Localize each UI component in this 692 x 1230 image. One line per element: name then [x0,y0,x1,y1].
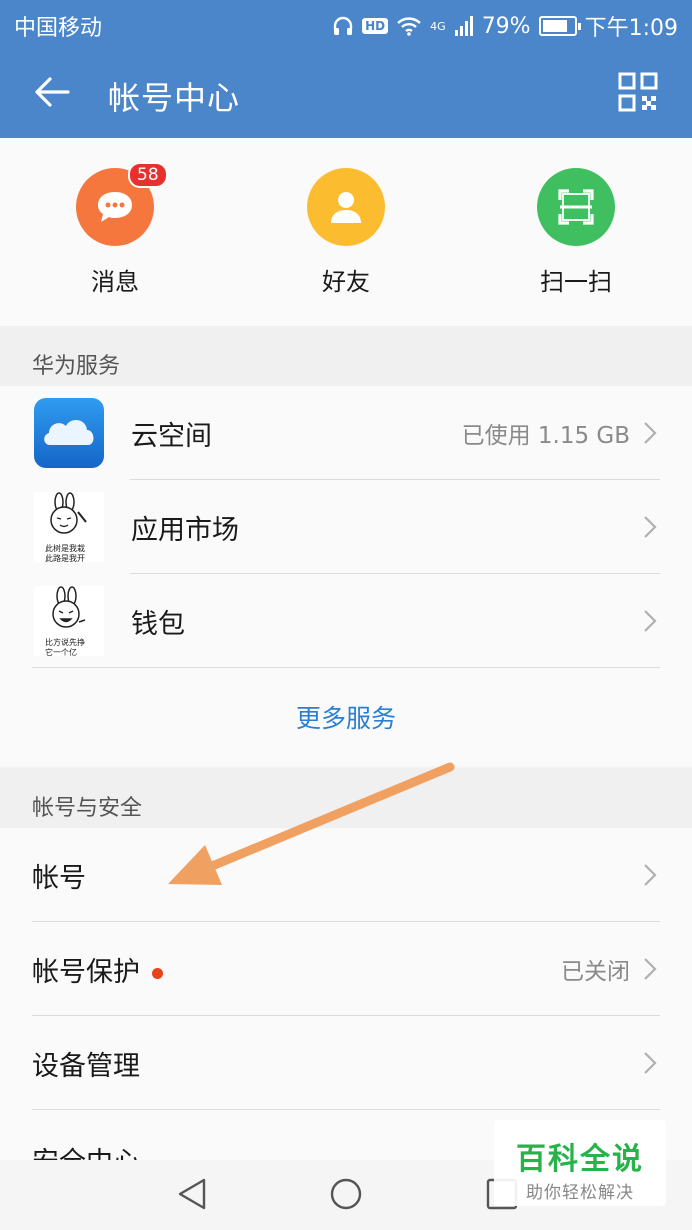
signal-icon [454,16,473,36]
notification-dot [152,967,163,979]
clock: 下午1:09 [584,16,678,41]
watermark-title: 百科全说 [516,1142,644,1177]
app-bar: 帐号中心 [0,48,692,138]
quick-action-messages[interactable]: 58 消息 [40,162,190,297]
headphones-icon [333,16,353,35]
messages-circle: 58 [76,162,168,246]
quick-action-friends[interactable]: 好友 [271,168,421,297]
list-item-label: 应用市场 [131,514,239,546]
huawei-services-list: 云空间 已使用 1.15 GB 此树是我栽 此路是我开 应用市场 比方说先挣 它… [0,386,692,766]
person-icon [331,192,361,223]
hd-badge: HD [362,18,389,34]
list-item-label: 安全中心 [32,1140,140,1160]
watermark-subtitle: 助你轻松解决 [526,1183,634,1203]
section-header-account-security: 帐号与安全 [0,768,692,828]
back-arrow-icon[interactable] [30,70,74,114]
list-item-account[interactable]: 帐号 [0,828,692,922]
quick-actions: 58 消息 好友 扫一扫 [0,138,692,326]
meme-caption: 它一个亿 [45,648,77,657]
chevron-right-icon [644,1052,657,1074]
scan-circle [537,168,615,246]
quick-action-label: 扫一扫 [540,268,612,296]
list-item-app-market[interactable]: 此树是我栽 此路是我开 应用市场 [0,480,692,574]
list-item-device-management[interactable]: 设备管理 [0,1016,692,1110]
chevron-right-icon [644,864,657,886]
chevron-right-icon [644,516,657,538]
section-header-huawei-services: 华为服务 [0,326,692,386]
network-type: 4G [430,19,446,33]
scan-icon [558,189,594,225]
quick-action-label: 好友 [322,268,370,296]
wifi-icon [397,17,421,36]
page-title: 帐号中心 [108,79,241,117]
status-bar: 中国移动 HD 4G 79% 下午1:09 [0,0,692,48]
chevron-right-icon [644,958,657,980]
list-item-label: 设备管理 [32,1050,140,1082]
battery-percent: 79% [481,13,531,39]
list-item-label: 钱包 [131,608,185,640]
chevron-right-icon [644,422,657,444]
cloud-icon [34,398,104,468]
storage-usage: 已使用 1.15 GB [461,423,630,449]
carrier-name: 中国移动 [14,16,103,41]
list-item-label-wrap: 帐号保护 [32,950,163,989]
chevron-right-icon [644,610,657,632]
list-item-account-protection[interactable]: 帐号保护 已关闭 [0,922,692,1016]
friends-circle [307,168,385,246]
list-item-label: 帐号 [32,862,86,894]
list-item-cloud[interactable]: 云空间 已使用 1.15 GB [0,386,692,480]
battery-icon [538,16,581,36]
quick-action-label: 消息 [91,268,139,296]
list-item-label: 帐号保护 [32,956,140,988]
qr-code-icon[interactable] [618,72,658,112]
more-services-link[interactable]: 更多服务 [0,668,692,766]
battery-fill [542,20,567,32]
list-item-wallet[interactable]: 比方说先挣 它一个亿 钱包 [0,574,692,668]
divider [32,667,660,668]
status-icons: HD 4G 79% 下午1:09 [332,10,678,42]
chat-bubble-icon [98,192,132,222]
account-security-list: 帐号 帐号保护 已关闭 设备管理 安全中心 [0,828,692,1160]
quick-action-scan[interactable]: 扫一扫 [501,168,651,297]
nav-back-icon[interactable] [174,1176,210,1212]
nav-home-icon[interactable] [328,1176,364,1212]
protection-status: 已关闭 [561,959,630,985]
unread-badge: 58 [128,162,168,188]
list-item-label: 云空间 [131,420,212,452]
meme-caption: 此路是我开 [45,554,85,563]
watermark-logo: 百科全说 助你轻松解决 [494,1120,666,1206]
